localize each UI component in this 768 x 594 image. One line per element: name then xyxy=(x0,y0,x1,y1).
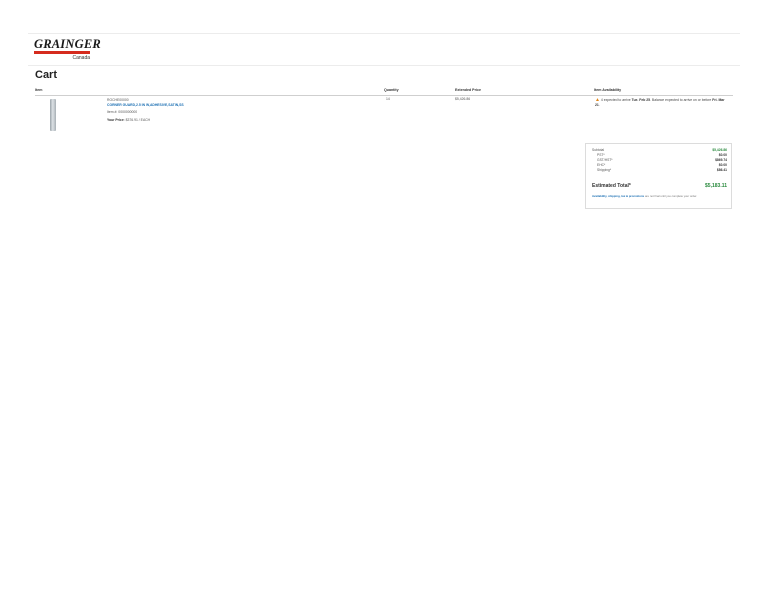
product-image[interactable] xyxy=(50,99,56,131)
summary-label: PST* xyxy=(597,153,605,157)
header-divider xyxy=(28,65,740,66)
estimated-total-label: Estimated Total* xyxy=(592,183,631,189)
availability-message: ▲ 4 expected to arrive Tue. Feb 25. Bala… xyxy=(595,98,730,107)
summary-disclaimer: Availability, shipping, tax & promotions… xyxy=(592,194,730,198)
summary-label: Subtotal xyxy=(592,148,605,152)
availability-prefix: 4 expected to arrive xyxy=(600,98,631,102)
top-divider xyxy=(28,33,740,34)
order-summary: Subtotal $5,426.86 PST* $0.00 GST/HST* $… xyxy=(585,143,732,209)
column-header-item: Item xyxy=(35,88,43,92)
price-value: : $376.91 / EACH xyxy=(123,118,151,122)
availability-date-1: Tue. Feb 25 xyxy=(631,98,651,102)
your-price: Your Price: $376.91 / EACH xyxy=(107,118,150,123)
logo-wordmark: GRAINGER xyxy=(34,37,101,51)
table-header-divider xyxy=(35,95,733,96)
availability-middle: . Balance expected to arrive on or befor… xyxy=(650,98,712,102)
disclaimer-link[interactable]: Availability, shipping, tax & promotions xyxy=(592,194,644,198)
summary-value: $86.41 xyxy=(716,168,727,172)
estimated-total-row: Estimated Total* $5,183.11 xyxy=(592,183,727,191)
quantity-value[interactable]: 14 xyxy=(386,97,390,102)
column-header-quantity: Quantity xyxy=(384,88,399,92)
grainger-logo[interactable]: GRAINGER Canada xyxy=(34,37,101,61)
page-title: Cart xyxy=(35,69,58,81)
summary-row-shipping: Shipping* $86.41 xyxy=(592,168,727,173)
summary-label: EHC* xyxy=(597,163,606,167)
price-label: Your Price xyxy=(107,118,124,122)
estimated-total-value: $5,183.11 xyxy=(705,183,727,189)
summary-value: $0.00 xyxy=(718,163,727,167)
summary-value: $5,426.86 xyxy=(712,148,727,152)
item-number: Item #: 0000000000 xyxy=(107,110,138,114)
column-header-availability: Item Availability xyxy=(594,88,622,92)
logo-country: Canada xyxy=(72,55,90,61)
summary-value: $869.74 xyxy=(715,158,727,162)
availability-suffix: . xyxy=(598,102,600,107)
summary-value: $0.00 xyxy=(718,153,727,157)
column-header-extended-price: Extended Price xyxy=(455,88,481,92)
disclaimer-text: are not final until you complete your or… xyxy=(645,194,698,198)
extended-price-value: $5,426.86 xyxy=(455,97,471,101)
summary-label: Shipping* xyxy=(597,168,612,172)
product-link[interactable]: CORNER GUARD,2.5 IN W,ADHESIVE,SATIN,SS xyxy=(107,103,184,108)
logo-red-bar xyxy=(34,51,90,54)
summary-label: GST/HST* xyxy=(597,158,613,162)
